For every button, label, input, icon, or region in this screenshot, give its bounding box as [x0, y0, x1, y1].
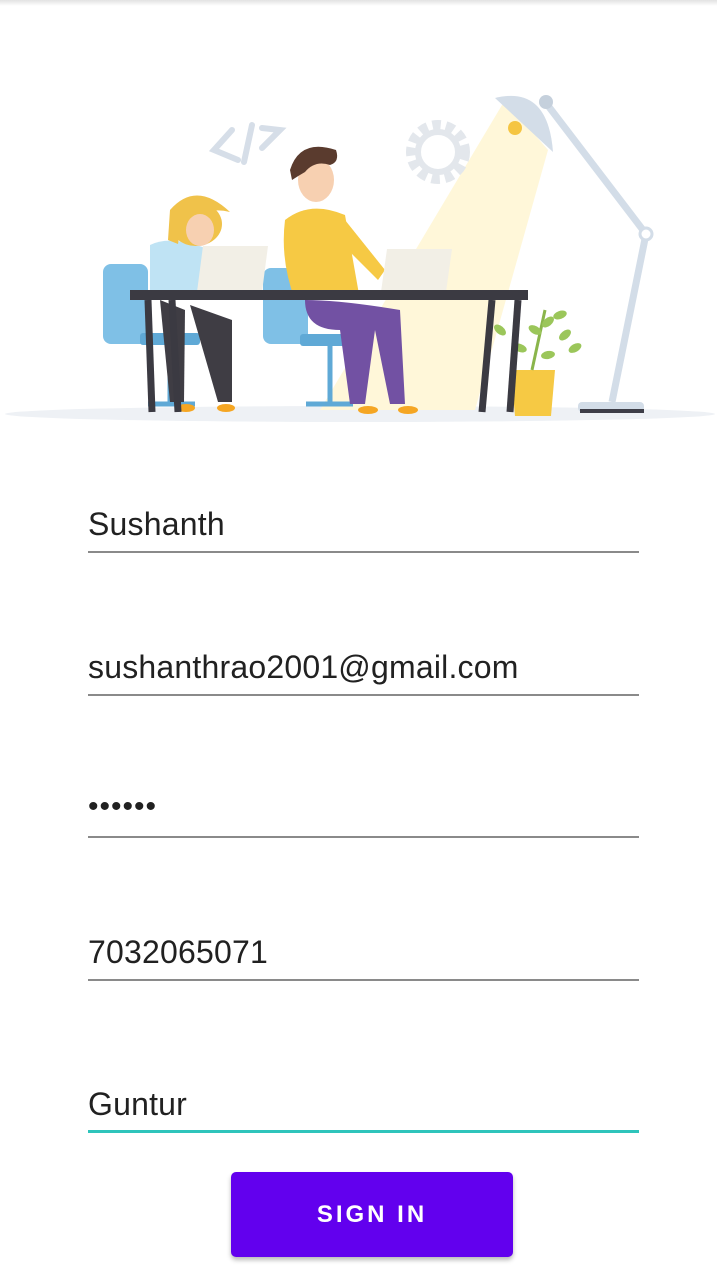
- password-value: ••••••: [88, 790, 158, 823]
- phone-value: 7032065071: [88, 934, 268, 970]
- email-value: sushanthrao2001@gmail.com: [88, 649, 519, 685]
- email-field[interactable]: sushanthrao2001@gmail.com: [88, 633, 639, 696]
- hero-illustration: [5, 95, 715, 422]
- potted-plant: [494, 309, 582, 416]
- name-value: Sushanth: [88, 506, 225, 542]
- name-field[interactable]: Sushanth: [88, 490, 639, 553]
- email-underline: [88, 694, 639, 696]
- person-girl: [150, 195, 235, 412]
- code-icon: [208, 122, 287, 165]
- phone-underline: [88, 979, 639, 981]
- sign-in-button[interactable]: SIGN IN: [231, 1172, 513, 1257]
- password-underline: [88, 836, 639, 838]
- gear-icon: [406, 120, 470, 184]
- city-value: Guntur: [88, 1086, 188, 1122]
- city-underline: [88, 1130, 639, 1133]
- city-field[interactable]: Guntur: [88, 1068, 639, 1133]
- sign-in-label: SIGN IN: [316, 1200, 428, 1228]
- password-field[interactable]: ••••••: [88, 775, 639, 838]
- phone-field[interactable]: 7032065071: [88, 918, 639, 981]
- name-underline: [88, 551, 639, 553]
- status-bar-shadow: [0, 0, 717, 6]
